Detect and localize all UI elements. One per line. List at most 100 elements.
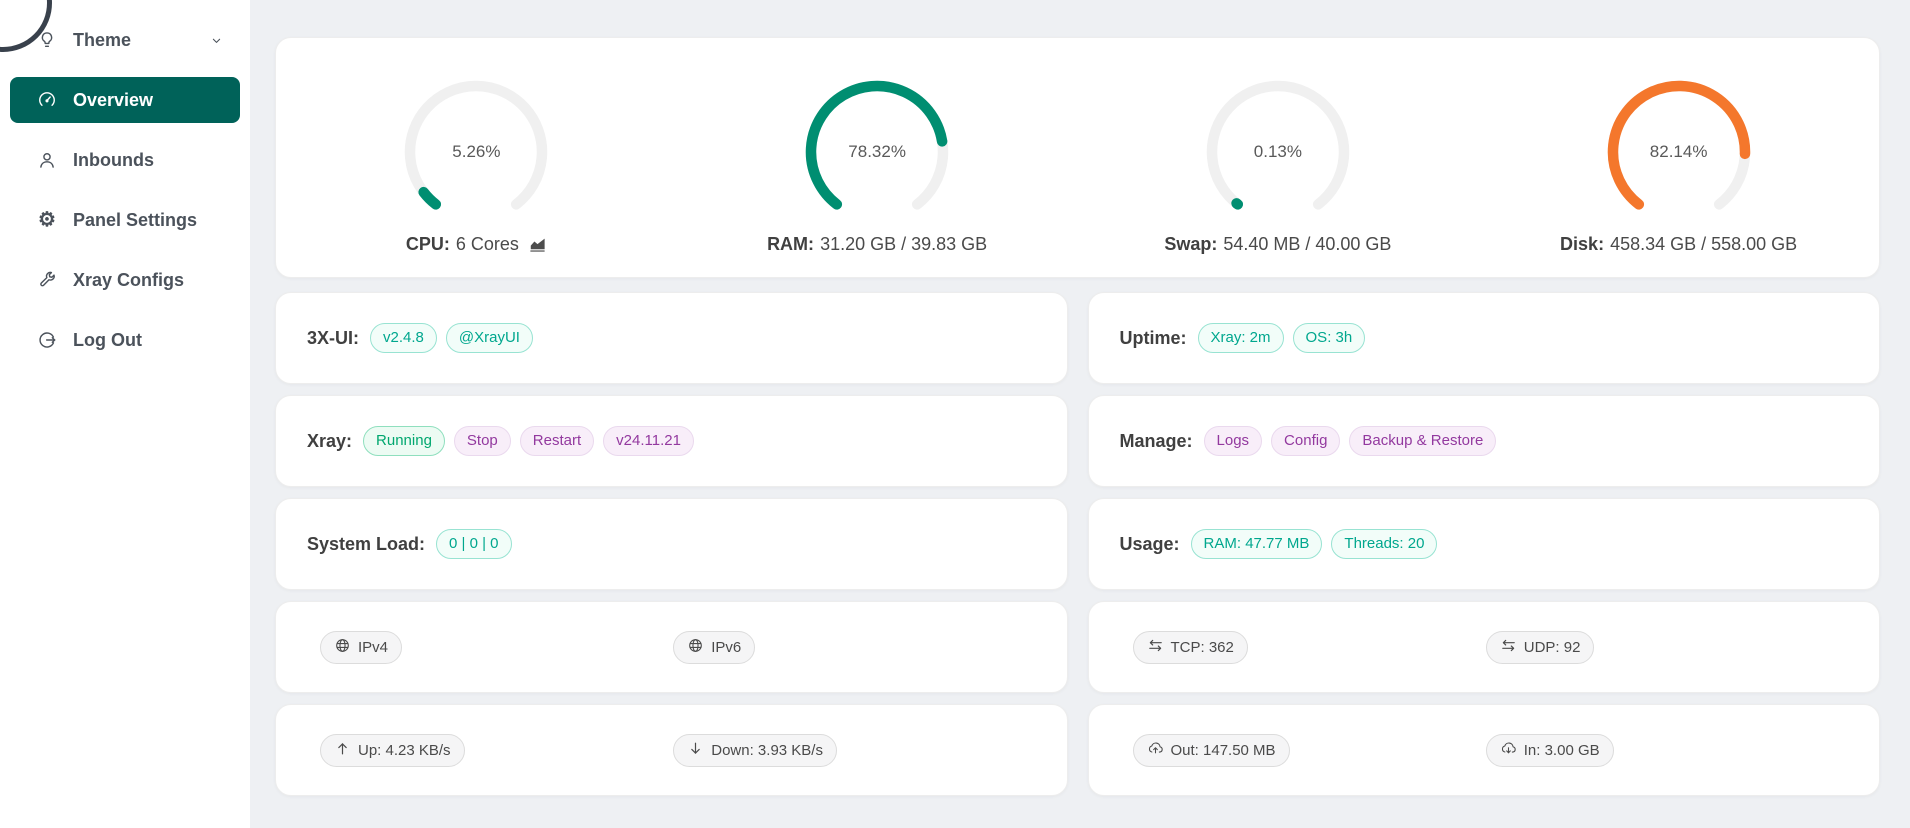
cpu-chart-icon[interactable] [528,235,547,254]
info-label-3x-ui: 3X-UI: [307,328,359,349]
sidebar: Theme Overview Inbounds ⚙Panel Settings Xray… [0,0,250,828]
tag-os-3h[interactable]: OS: 3h [1293,323,1366,353]
info-label-uptime: Uptime: [1120,328,1187,349]
info-card-uptime: Uptime: Xray: 2m OS: 3h [1088,292,1881,384]
pill-text: Out: 147.50 MB [1171,742,1276,759]
pill-slot: TCP: 362 [1089,631,1484,664]
gauge-swap-label: Swap: [1164,234,1217,255]
pill-text: Up: 4.23 KB/s [358,742,451,759]
pill-slot: IPv4 [276,631,671,664]
tag-config[interactable]: Config [1271,426,1340,456]
sidebar-item-overview[interactable]: Overview [10,77,240,123]
cloud-up-icon [1147,740,1164,761]
tag-0-0-0[interactable]: 0 | 0 | 0 [436,529,512,559]
gauge-ram-label: RAM: [767,234,814,255]
pill-slot: Out: 147.50 MB [1089,734,1484,767]
logout-icon [37,330,57,350]
pill-down-3-93-kb-s[interactable]: Down: 3.93 KB/s [673,734,837,767]
pill-text: Down: 3.93 KB/s [711,742,823,759]
gauge-cpu: 5.26% CPU: 6 Cores [276,74,677,277]
gauge-swap-value: 54.40 MB / 40.00 GB [1223,234,1391,255]
info-card-manage: Manage:LogsConfigBackup & Restore [1088,395,1881,487]
pill-slot: Down: 3.93 KB/s [671,734,1066,767]
pill-udp-92[interactable]: UDP: 92 [1486,631,1595,664]
dashboard-icon [37,90,57,110]
tag-xrayui[interactable]: @XrayUI [446,323,533,353]
tag-stop[interactable]: Stop [454,426,511,456]
tag-ram-47-77-mb[interactable]: RAM: 47.77 MB [1191,529,1323,559]
globe-icon [334,637,351,658]
sidebar-item-log-out[interactable]: Log Out [10,317,240,363]
pill-card-left-1: Up: 4.23 KB/s Down: 3.93 KB/s [275,704,1068,796]
sidebar-item-label: Theme [73,30,131,51]
sidebar-item-label: Log Out [73,330,142,351]
tag-group: RAM: 47.77 MB Threads: 20 [1191,529,1438,559]
pill-ipv6[interactable]: IPv6 [673,631,755,664]
pill-slot: IPv6 [671,631,1066,664]
system-status-card: 5.26% CPU: 6 Cores 78.32% RAM: 31.20 GB / 39.… [275,37,1880,278]
tag-group: Running Stop Restart v24.11.21 [363,426,694,456]
globe-icon [687,637,704,658]
info-card-3x-ui: 3X-UI: v2.4.8 @XrayUI [275,292,1068,384]
pill-out-147-50-mb[interactable]: Out: 147.50 MB [1133,734,1290,767]
sidebar-item-label: Overview [73,90,153,111]
gauge-disk-value: 458.34 GB / 558.00 GB [1610,234,1797,255]
sidebar-item-inbounds[interactable]: Inbounds [10,137,240,183]
sidebar-item-panel-settings[interactable]: ⚙Panel Settings [10,197,240,243]
tag-xray-2m[interactable]: Xray: 2m [1198,323,1284,353]
info-grid: 3X-UI: v2.4.8 @XrayUI Uptime: Xray: 2m OS: 3h… [275,292,1880,796]
tag-v24-11-21[interactable]: v24.11.21 [603,426,694,456]
gauge-disk: 82.14% Disk:458.34 GB / 558.00 GB [1478,74,1879,277]
gauge-ram-value: 31.20 GB / 39.83 GB [820,234,987,255]
tag-group: Logs Config Backup & Restore [1204,426,1497,456]
gauge-cpu-value: 6 Cores [456,234,519,255]
sidebar-item-xray-configs[interactable]: Xray Configs [10,257,240,303]
gauge-cpu-percent: 5.26% [452,142,500,162]
pill-card-left-0: IPv4 IPv6 [275,601,1068,693]
chevron-down-icon [209,33,224,48]
user-icon [37,150,57,170]
gauge-ram: 78.32% RAM: 31.20 GB / 39.83 GB [677,74,1078,277]
info-label-xray: Xray: [307,431,352,452]
gauge-disk-caption: Disk:458.34 GB / 558.00 GB [1560,234,1797,255]
tag-threads-20[interactable]: Threads: 20 [1331,529,1437,559]
info-card-xray: Xray: Running Stop Restart v24.11.21 [275,395,1068,487]
info-card-usage: Usage:RAM: 47.77 MBThreads: 20 [1088,498,1881,590]
sidebar-nav: Theme Overview Inbounds ⚙Panel Settings Xray… [0,17,250,363]
tag-running[interactable]: Running [363,426,445,456]
info-label-system-load: System Load: [307,534,425,555]
tag-backup-restore[interactable]: Backup & Restore [1349,426,1496,456]
arrow-down-icon [687,740,704,761]
pill-tcp-362[interactable]: TCP: 362 [1133,631,1248,664]
gear-icon: ⚙ [37,210,57,230]
pill-slot: UDP: 92 [1484,631,1879,664]
sidebar-item-label: Xray Configs [73,270,184,291]
pill-text: IPv4 [358,639,388,656]
tag-v2-4-8[interactable]: v2.4.8 [370,323,437,353]
pill-slot: Up: 4.23 KB/s [276,734,671,767]
pill-text: In: 3.00 GB [1524,742,1600,759]
gauge-swap-dial: 0.13% [1198,74,1358,224]
app-root: Theme Overview Inbounds ⚙Panel Settings Xray… [0,0,1910,828]
tag-group: 0 | 0 | 0 [436,529,512,559]
arrow-up-icon [334,740,351,761]
main-content: 5.26% CPU: 6 Cores 78.32% RAM: 31.20 GB / 39.… [250,0,1910,828]
pill-up-4-23-kb-s[interactable]: Up: 4.23 KB/s [320,734,465,767]
gauge-cpu-caption: CPU: 6 Cores [406,234,547,255]
tag-restart[interactable]: Restart [520,426,594,456]
gauge-cpu-dial: 5.26% [396,74,556,224]
gauge-ram-caption: RAM: 31.20 GB / 39.83 GB [767,234,987,255]
swap-icon [1500,637,1517,658]
tag-logs[interactable]: Logs [1204,426,1263,456]
pill-slot: In: 3.00 GB [1484,734,1879,767]
gauge-ram-percent: 78.32% [848,142,906,162]
tag-group: v2.4.8 @XrayUI [370,323,533,353]
swap-icon [1147,637,1164,658]
pill-in-3-00-gb[interactable]: In: 3.00 GB [1486,734,1614,767]
wrench-icon [37,270,57,290]
pill-text: UDP: 92 [1524,639,1581,656]
tag-group: Xray: 2m OS: 3h [1198,323,1366,353]
gauge-disk-dial: 82.14% [1599,74,1759,224]
gauge-cpu-label: CPU: [406,234,450,255]
pill-ipv4[interactable]: IPv4 [320,631,402,664]
